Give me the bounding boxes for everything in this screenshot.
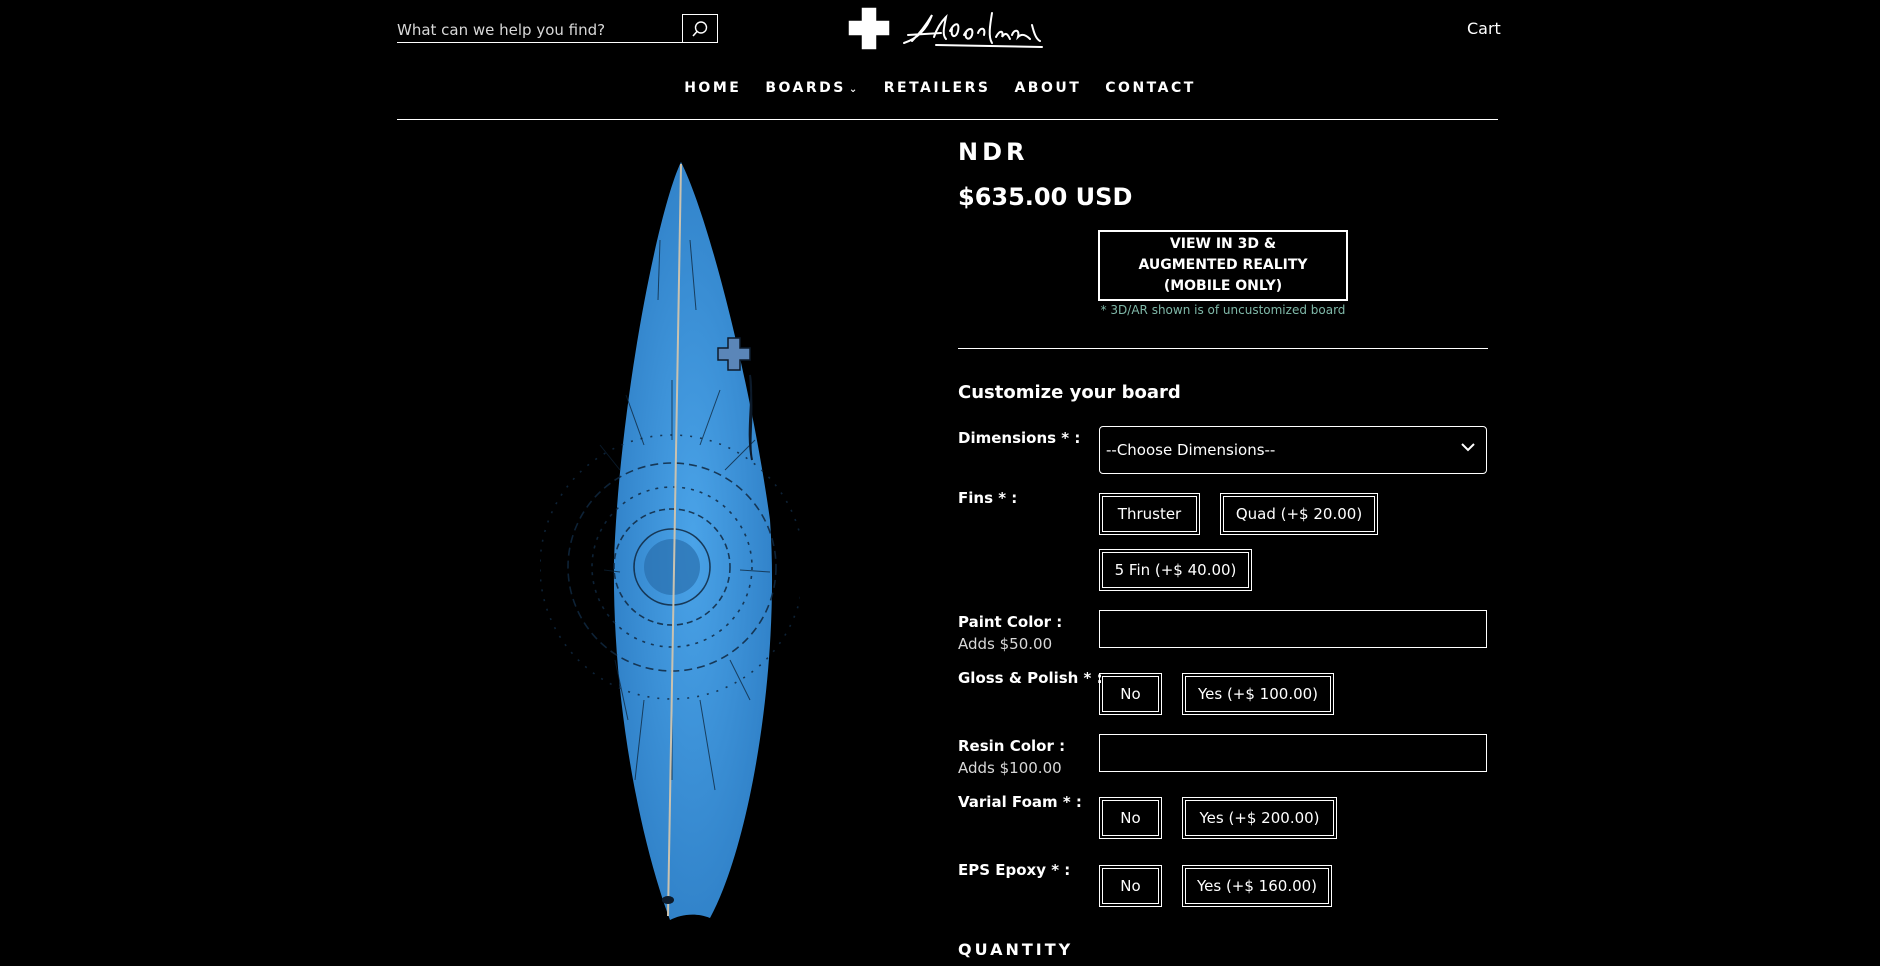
eps-epoxy-label: EPS Epoxy * : <box>958 861 1071 879</box>
nav-about[interactable]: ABOUT <box>1002 80 1093 96</box>
nav-retailers[interactable]: RETAILERS <box>872 80 1003 96</box>
eps-epoxy-no-button[interactable]: No <box>1099 865 1162 907</box>
customize-heading: Customize your board <box>958 382 1181 403</box>
paint-color-label: Paint Color : <box>958 613 1063 631</box>
chevron-down-icon <box>1461 443 1475 452</box>
varial-foam-label: Varial Foam * : <box>958 793 1082 811</box>
nav-boards-label: BOARDS <box>765 80 846 96</box>
resin-color-price: Adds $100.00 <box>958 759 1062 777</box>
main-nav: HOME BOARDS ⌄ RETAILERS ABOUT CONTACT <box>0 80 1880 96</box>
brand-logo[interactable] <box>846 5 1046 53</box>
nav-home-label: HOME <box>684 80 742 96</box>
cross-icon <box>847 6 891 51</box>
view-3d-ar-button[interactable]: VIEW IN 3D & AUGMENTED REALITY (MOBILE O… <box>1098 230 1348 301</box>
fins-quad-button[interactable]: Quad (+$ 20.00) <box>1220 493 1378 535</box>
surfboard-image[interactable] <box>540 140 800 966</box>
nav-boards[interactable]: BOARDS ⌄ <box>753 80 871 96</box>
product-price: $635.00 USD <box>958 183 1133 211</box>
resin-color-label: Resin Color : <box>958 737 1066 755</box>
fins-label: Fins * : <box>958 489 1018 507</box>
cart-link[interactable]: Cart <box>1467 19 1501 38</box>
nav-about-label: ABOUT <box>1014 80 1082 96</box>
eps-epoxy-yes-button[interactable]: Yes (+$ 160.00) <box>1182 865 1332 907</box>
dimensions-selected-value: --Choose Dimensions-- <box>1106 441 1276 459</box>
signature-icon <box>903 12 1043 48</box>
product-title: NDR <box>958 138 1029 166</box>
paint-color-input[interactable] <box>1099 610 1487 648</box>
varial-foam-yes-button[interactable]: Yes (+$ 200.00) <box>1182 797 1337 839</box>
nav-contact[interactable]: CONTACT <box>1093 80 1208 96</box>
resin-color-input[interactable] <box>1099 734 1487 772</box>
search-bar <box>397 14 718 43</box>
fins-5fin-button[interactable]: 5 Fin (+$ 40.00) <box>1099 549 1252 591</box>
chevron-down-icon: ⌄ <box>848 84 860 95</box>
search-button[interactable] <box>682 14 718 43</box>
quantity-label: QUANTITY <box>958 940 1074 959</box>
nav-home[interactable]: HOME <box>672 80 753 96</box>
fins-thruster-button[interactable]: Thruster <box>1099 493 1200 535</box>
varial-foam-no-button[interactable]: No <box>1099 797 1162 839</box>
search-input[interactable] <box>397 14 683 43</box>
product-page: Cart HOME BOARDS⌄ RETAILERS ABOUT CONTAC… <box>0 0 1880 966</box>
section-divider <box>958 348 1488 349</box>
gloss-polish-no-button[interactable]: No <box>1099 673 1162 715</box>
search-icon <box>692 20 708 37</box>
paint-color-price: Adds $50.00 <box>958 635 1053 653</box>
dimensions-label: Dimensions * : <box>958 429 1081 447</box>
ar-note: * 3D/AR shown is of uncustomized board <box>1100 303 1346 317</box>
nav-retailers-label: RETAILERS <box>883 80 991 96</box>
gloss-polish-yes-button[interactable]: Yes (+$ 100.00) <box>1182 673 1334 715</box>
nav-contact-label: CONTACT <box>1105 80 1196 96</box>
gloss-polish-label: Gloss & Polish * : <box>958 669 1103 687</box>
dimensions-select[interactable]: --Choose Dimensions-- <box>1099 426 1487 474</box>
header-divider <box>397 119 1498 120</box>
